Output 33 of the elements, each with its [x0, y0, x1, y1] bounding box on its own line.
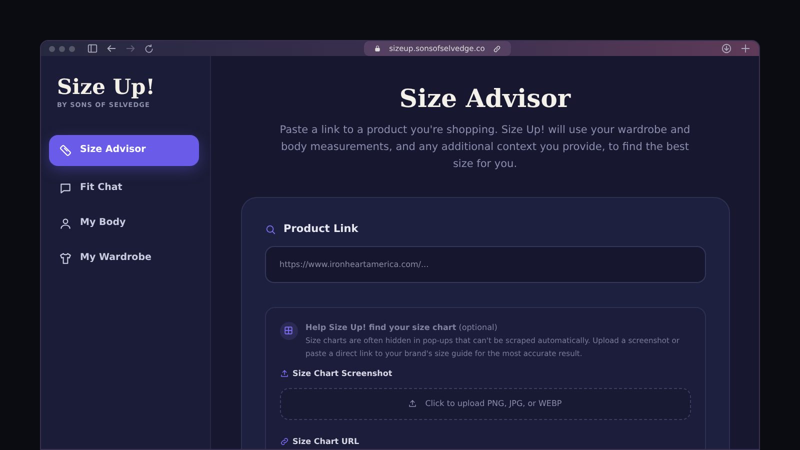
product-link-field[interactable]: https://www.ironheartamerica.com/...	[264, 246, 706, 282]
reload-icon[interactable]	[144, 44, 154, 54]
new-tab-icon[interactable]	[740, 43, 751, 54]
upload-icon	[408, 399, 418, 408]
image-icon	[280, 322, 298, 340]
chat-bubble-icon	[59, 182, 72, 195]
logo: Size Up!	[57, 76, 156, 98]
page-description: Paste a link to a product you're shopping. Size Up! will use your wardrobe and body measurements, and any additional context you provide, to find the best size for you.	[278, 122, 692, 172]
ruler-icon	[59, 144, 72, 157]
field-label: Size Chart Screenshot	[292, 368, 392, 380]
link-icon[interactable]	[492, 44, 501, 53]
back-icon[interactable]	[106, 43, 117, 54]
sidebar-nav-item[interactable]: My Wardrobe	[49, 243, 199, 274]
field-label: Size Chart URL	[292, 436, 360, 448]
help-title: Help Size Up! find your size chart (optional)	[306, 322, 498, 334]
lock-icon	[374, 45, 382, 52]
window-control-dot[interactable]	[59, 46, 65, 52]
sidebar-nav-item[interactable]: Fit Chat	[49, 173, 199, 204]
field-label: Product Link	[284, 222, 358, 237]
sidebar-toggle-icon[interactable]	[87, 43, 98, 54]
window-control-dot[interactable]	[69, 46, 75, 52]
forward-icon[interactable]	[125, 43, 136, 54]
sidebar-nav-item[interactable]: My Body	[49, 208, 199, 239]
upload-icon	[280, 369, 288, 378]
download-icon[interactable]	[721, 43, 732, 54]
search-icon	[264, 224, 276, 236]
page-title: Size Advisor	[399, 83, 571, 116]
person-icon	[59, 217, 72, 230]
window-control-dot[interactable]	[49, 46, 55, 52]
sidebar-nav-item[interactable]: Size Advisor	[49, 135, 199, 166]
shirt-icon	[59, 252, 72, 265]
link-icon	[280, 437, 288, 446]
upload-dropzone[interactable]: Click to upload PNG, JPG, or WEBP	[280, 388, 690, 420]
